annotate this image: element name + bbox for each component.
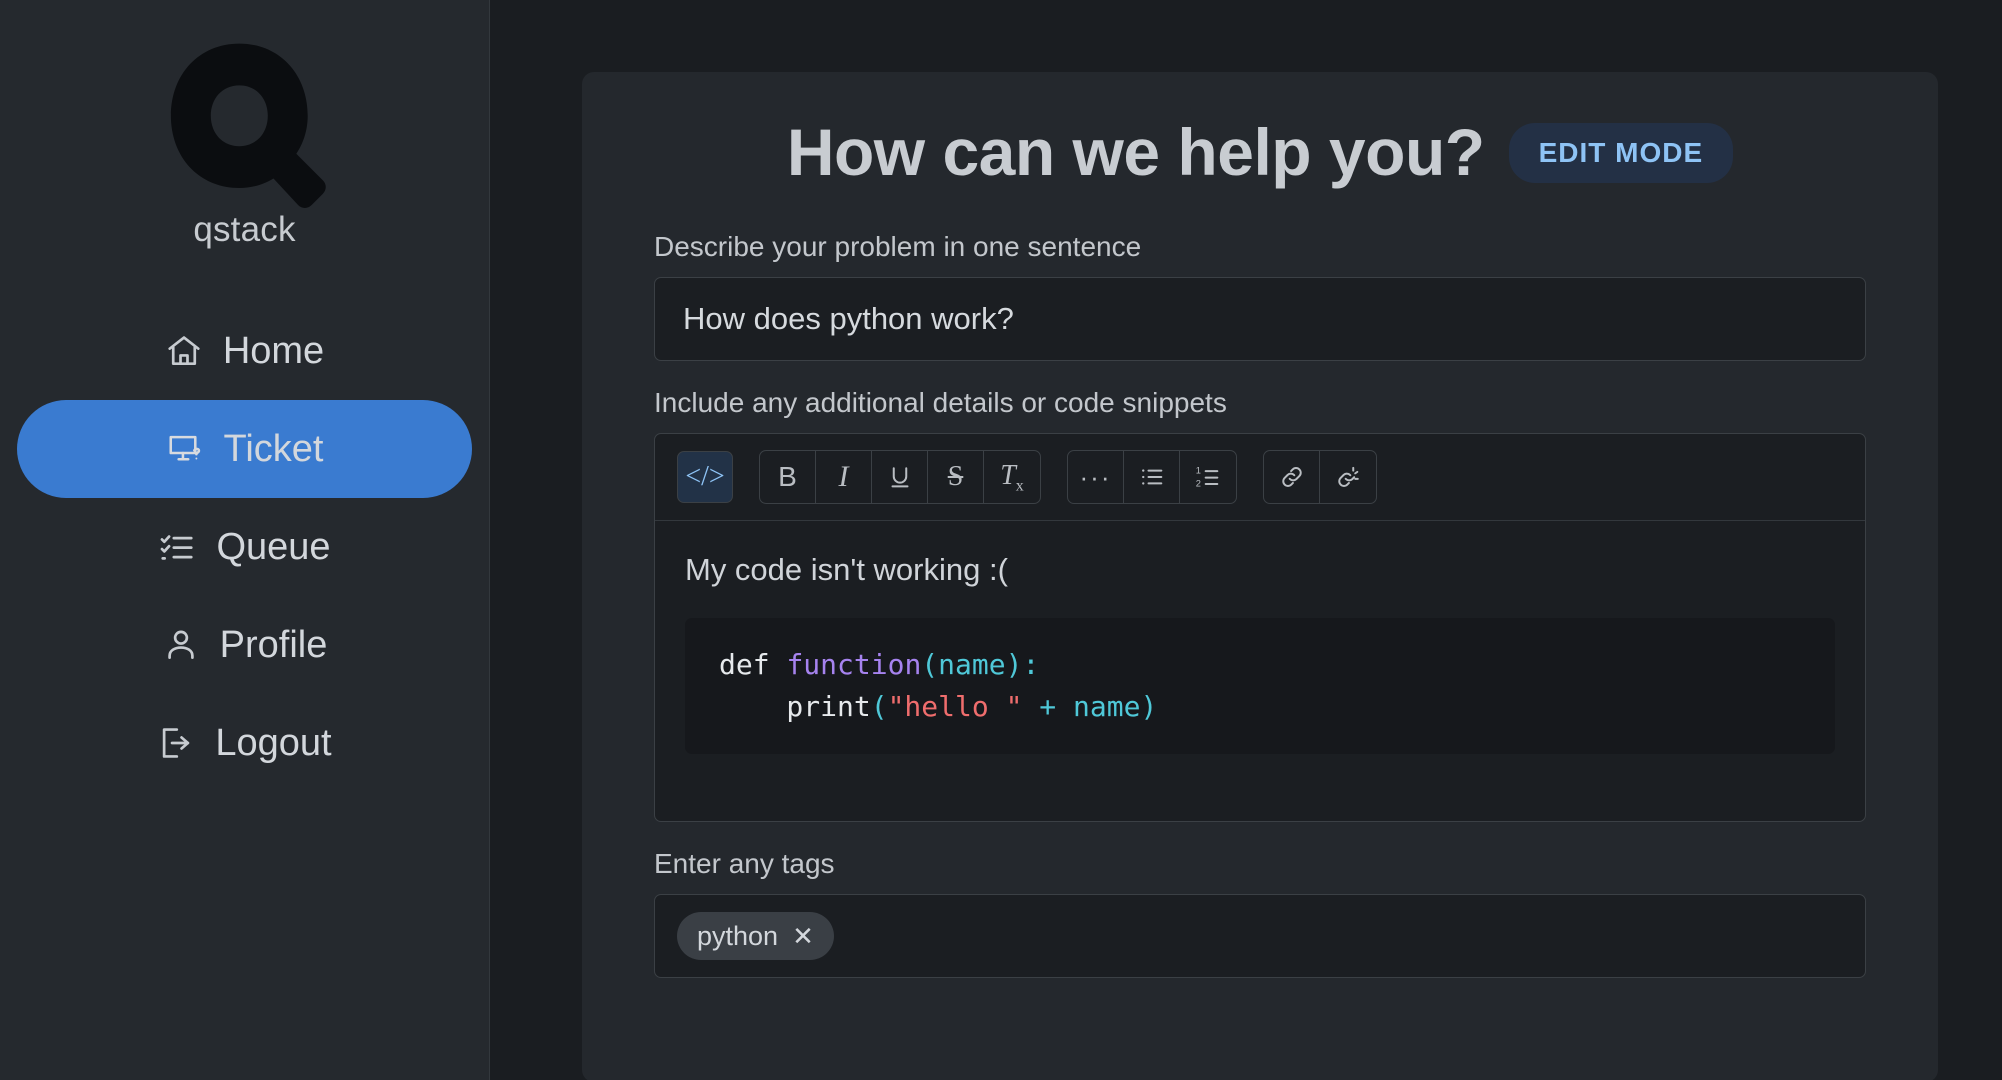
editor-toolbar: </> B I S Tx ··· 1 2 [655, 434, 1865, 522]
code-block-button[interactable]: </> [677, 451, 733, 504]
details-field-label: Include any additional details or code s… [654, 387, 1227, 419]
bullet-list-button[interactable] [1124, 451, 1180, 504]
tags-input[interactable]: python ✕ [654, 894, 1866, 979]
code-call: print [719, 690, 871, 724]
svg-text:1: 1 [1196, 466, 1201, 476]
unlink-button[interactable] [1320, 451, 1376, 503]
rich-text-editor: </> B I S Tx ··· 1 2 My code isn't worki… [654, 433, 1866, 823]
strikethrough-button[interactable]: S [928, 451, 984, 504]
sidebar-item-label: Home [222, 330, 325, 372]
sidebar: qstack Home Ticket Queue Profile Logout [0, 0, 490, 1080]
unlink-icon [1338, 467, 1359, 488]
numbered-list-icon: 1 2 [1196, 466, 1219, 489]
italic-glyph: I [838, 460, 849, 494]
italic-button[interactable]: I [816, 451, 872, 504]
letter-q-logo [150, 36, 340, 226]
edit-mode-button[interactable]: EDIT MODE [1508, 122, 1734, 183]
details-field: Include any additional details or code s… [654, 387, 1866, 823]
sidebar-item-label: Ticket [223, 428, 324, 470]
ticket-form-card: How can we help you? EDIT MODE Describe … [582, 72, 1938, 1080]
problem-input[interactable] [654, 277, 1866, 362]
tags-field-label: Enter any tags [654, 848, 835, 880]
code-keyword: def [719, 648, 787, 682]
code-block: def function(name): print("hello " + nam… [685, 618, 1835, 755]
bullet-list-icon [1141, 469, 1162, 485]
numbered-list-button[interactable]: 1 2 [1180, 451, 1236, 503]
sidebar-item-profile[interactable]: Profile [17, 596, 472, 694]
problem-field-label: Describe your problem in one sentence [654, 231, 1142, 263]
code-params: (name) [921, 648, 1023, 682]
brand-name: qstack [193, 210, 296, 249]
sidebar-item-label: Queue [216, 526, 331, 568]
person-icon [162, 626, 200, 664]
bold-glyph: B [778, 461, 797, 493]
underline-icon [891, 467, 908, 488]
house-icon [165, 332, 203, 370]
checklist-icon [158, 528, 196, 566]
tag-label: python [697, 920, 779, 951]
bold-button[interactable]: B [760, 451, 816, 504]
sidebar-item-ticket[interactable]: Ticket [17, 400, 472, 498]
tag-remove-button[interactable]: ✕ [792, 923, 814, 949]
page-title: How can we help you? [786, 115, 1485, 189]
sidebar-item-queue[interactable]: Queue [17, 498, 472, 596]
list-group: ··· 1 2 [1067, 450, 1237, 505]
sidebar-item-label: Logout [215, 722, 332, 764]
problem-field: Describe your problem in one sentence [654, 231, 1866, 362]
brand: qstack [150, 36, 340, 250]
svg-text:2: 2 [1196, 479, 1201, 489]
sidebar-item-home[interactable]: Home [17, 302, 472, 400]
card-header: How can we help you? EDIT MODE [654, 115, 1866, 189]
clear-formatting-button[interactable]: Tx [984, 451, 1040, 503]
link-icon [1281, 467, 1302, 488]
text-format-group: B I S Tx [759, 450, 1041, 505]
sidebar-item-label: Profile [219, 624, 328, 666]
editor-paragraph: My code isn't working :( [685, 552, 1008, 588]
sign-out-icon [157, 724, 195, 762]
underline-button[interactable] [872, 451, 928, 504]
code-function-name: function [786, 648, 922, 682]
link-group [1263, 450, 1377, 505]
sidebar-nav: Home Ticket Queue Profile Logout [0, 302, 489, 792]
link-button[interactable] [1264, 451, 1320, 504]
editor-body[interactable]: My code isn't working :( def function(na… [655, 521, 1865, 821]
code-string: "hello " [887, 690, 1023, 724]
clear-formatting-glyph: Tx [1000, 459, 1024, 495]
code-plus: + [1022, 690, 1074, 724]
code-arg: name) [1073, 690, 1158, 724]
horizontal-rule-glyph: ··· [1079, 461, 1112, 492]
code-colon: : [1022, 648, 1040, 682]
tags-field: Enter any tags python ✕ [654, 848, 1866, 979]
app-root: qstack Home Ticket Queue Profile Logout … [0, 0, 2002, 1080]
main-content: How can we help you? EDIT MODE Describe … [490, 0, 2002, 1080]
horizontal-rule-button[interactable]: ··· [1068, 451, 1124, 504]
monitor-question-icon [166, 430, 204, 468]
sidebar-item-logout[interactable]: Logout [17, 694, 472, 792]
strikethrough-glyph: S [947, 461, 964, 493]
tag-chip: python ✕ [677, 912, 834, 961]
code-open-paren: ( [870, 690, 888, 724]
